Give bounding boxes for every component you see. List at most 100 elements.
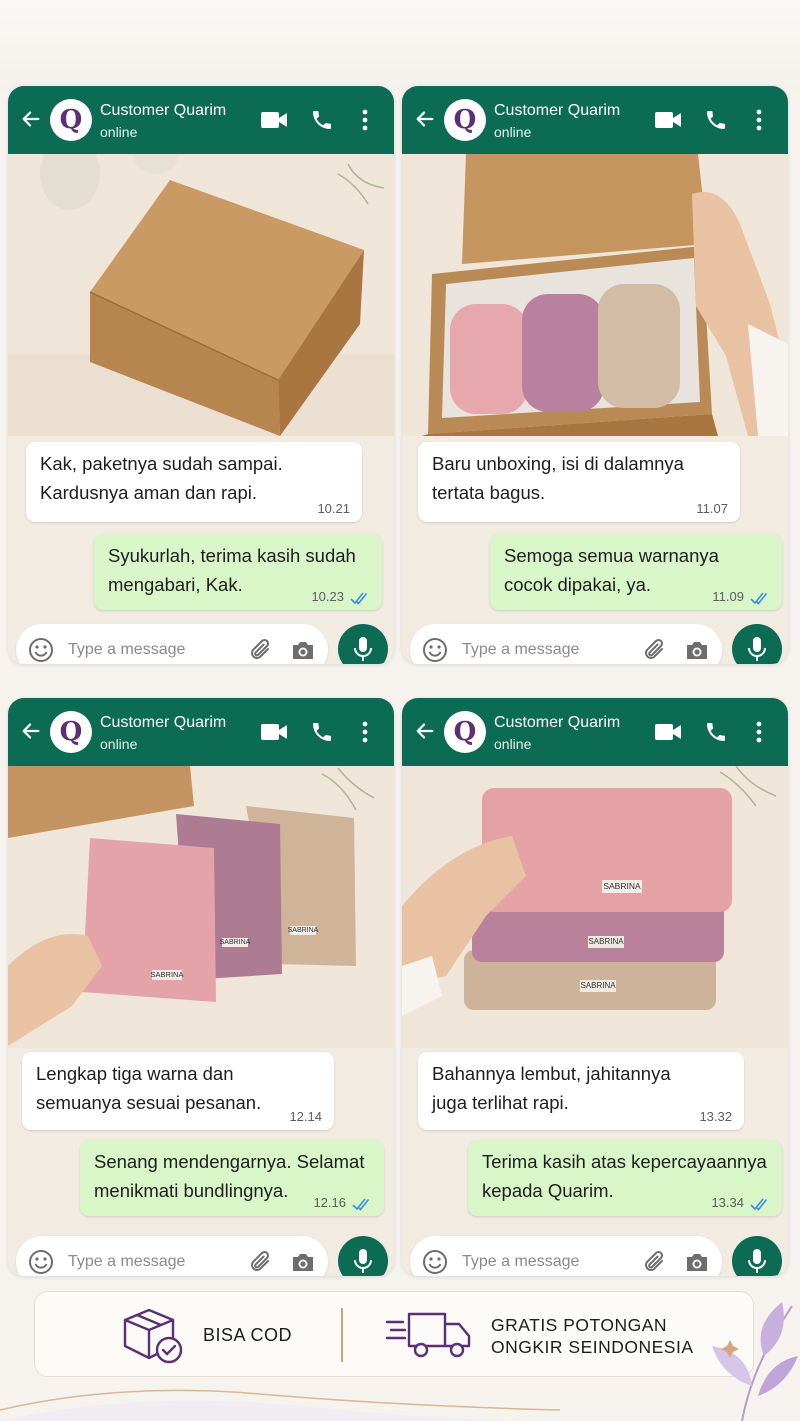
message-time: 10.23 <box>311 589 344 604</box>
photo-fabrics-fanned[interactable]: SABRINA SABRINA SABRINA <box>8 766 394 1048</box>
attach-icon[interactable] <box>249 1249 273 1275</box>
more-vert-icon[interactable] <box>360 720 370 744</box>
product-label: SABRINA <box>220 939 251 946</box>
photo-fabric-stack[interactable]: SABRINA SABRINA SABRINA <box>402 766 788 1048</box>
emoji-icon[interactable] <box>422 637 448 663</box>
contact-status: online <box>494 736 532 752</box>
mic-icon <box>354 1249 372 1273</box>
message-time: 11.07 <box>696 501 728 516</box>
chat-header: Q Customer Quarim online <box>8 86 394 154</box>
chat-panel-4: Q Customer Quarim online SABRINA SABRINA S… <box>402 698 788 1276</box>
message-time: 10.21 <box>317 501 350 516</box>
message-line: Syukurlah, terima kasih sudah <box>108 545 356 566</box>
chat-header: Q Customer Quarim online <box>402 86 788 154</box>
decorative-curve <box>0 1389 560 1421</box>
mic-icon <box>748 637 766 661</box>
attach-icon[interactable] <box>643 1249 667 1275</box>
emoji-icon[interactable] <box>28 1249 54 1275</box>
decorative-leaves <box>712 1302 798 1421</box>
message-placeholder[interactable]: Type a message <box>462 1253 579 1271</box>
more-vert-icon[interactable] <box>754 720 764 744</box>
message-line: Bahannya lembut, jahitannya <box>432 1063 671 1084</box>
contact-name[interactable]: Customer Quarim <box>494 102 620 120</box>
message-input[interactable]: Type a message <box>410 624 722 664</box>
incoming-message[interactable]: Kak, paketnya sudah sampai. Kardusnya am… <box>26 442 362 522</box>
incoming-message[interactable]: Baru unboxing, isi di dalamnya tertata b… <box>418 442 740 522</box>
message-line: semuanya sesuai pesanan. <box>36 1092 262 1113</box>
phone-icon[interactable] <box>704 108 728 132</box>
message-placeholder[interactable]: Type a message <box>462 641 579 659</box>
camera-icon[interactable] <box>290 1250 316 1274</box>
message-line: Semoga semua warnanya <box>504 545 719 566</box>
avatar[interactable]: Q <box>50 99 92 141</box>
incoming-message[interactable]: Lengkap tiga warna dan semuanya sesuai p… <box>22 1052 334 1130</box>
message-input[interactable]: Type a message <box>16 1236 328 1276</box>
chat-header: Q Customer Quarim online <box>402 698 788 766</box>
incoming-message[interactable]: Bahannya lembut, jahitannya juga terliha… <box>418 1052 744 1130</box>
video-call-icon[interactable] <box>260 722 288 742</box>
contact-status: online <box>494 124 532 140</box>
message-input[interactable]: Type a message <box>410 1236 722 1276</box>
outgoing-message[interactable]: Syukurlah, terima kasih sudah mengabari,… <box>94 534 382 610</box>
message-placeholder[interactable]: Type a message <box>68 641 185 659</box>
video-call-icon[interactable] <box>654 722 682 742</box>
contact-status: online <box>100 124 138 140</box>
message-input[interactable]: Type a message <box>16 624 328 664</box>
contact-status: online <box>100 736 138 752</box>
message-placeholder[interactable]: Type a message <box>68 1253 185 1271</box>
video-call-icon[interactable] <box>260 110 288 130</box>
emoji-icon[interactable] <box>28 637 54 663</box>
contact-name[interactable]: Customer Quarim <box>100 714 226 732</box>
camera-icon[interactable] <box>684 638 710 662</box>
back-arrow-icon[interactable] <box>20 720 42 742</box>
photo-opened-box[interactable] <box>402 154 788 436</box>
attach-icon[interactable] <box>249 637 273 663</box>
product-label: SABRINA <box>288 927 319 934</box>
phone-icon[interactable] <box>310 720 334 744</box>
back-arrow-icon[interactable] <box>414 720 436 742</box>
photo-closed-box[interactable] <box>8 154 394 436</box>
back-arrow-icon[interactable] <box>20 108 42 130</box>
message-time: 13.34 <box>711 1195 744 1210</box>
contact-name[interactable]: Customer Quarim <box>494 714 620 732</box>
chat-panel-1: Q Customer Quarim online Kak, paketnya s… <box>8 86 394 664</box>
message-line: Kak, paketnya sudah sampai. <box>40 453 283 474</box>
video-call-icon[interactable] <box>654 110 682 130</box>
outgoing-message[interactable]: Semoga semua warnanya cocok dipakai, ya.… <box>490 534 782 610</box>
mic-icon <box>354 637 372 661</box>
divider <box>341 1308 343 1362</box>
mic-icon <box>748 1249 766 1273</box>
read-ticks-icon <box>352 1198 370 1211</box>
product-label: SABRINA <box>580 981 616 990</box>
camera-icon[interactable] <box>290 638 316 662</box>
product-label: SABRINA <box>151 970 184 979</box>
phone-icon[interactable] <box>310 108 334 132</box>
message-line: juga terlihat rapi. <box>432 1092 569 1113</box>
message-line: Lengkap tiga warna dan <box>36 1063 234 1084</box>
product-label: SABRINA <box>588 937 624 946</box>
avatar[interactable]: Q <box>50 711 92 753</box>
back-arrow-icon[interactable] <box>414 108 436 130</box>
contact-name[interactable]: Customer Quarim <box>100 102 226 120</box>
message-line: Senang mendengarnya. Selamat <box>94 1151 365 1172</box>
outgoing-message[interactable]: Terima kasih atas kepercayaannya kepada … <box>468 1140 782 1216</box>
page-background <box>0 0 800 90</box>
more-vert-icon[interactable] <box>754 108 764 132</box>
cod-label: BISA COD <box>203 1325 293 1345</box>
attach-icon[interactable] <box>643 637 667 663</box>
message-time: 13.32 <box>699 1109 732 1124</box>
message-line: tertata bagus. <box>432 482 546 503</box>
message-time: 12.14 <box>289 1109 322 1124</box>
outgoing-message[interactable]: Senang mendengarnya. Selamat menikmati b… <box>80 1140 384 1216</box>
delivery-truck-icon <box>385 1312 471 1358</box>
avatar[interactable]: Q <box>444 99 486 141</box>
box-check-icon <box>123 1308 183 1364</box>
more-vert-icon[interactable] <box>360 108 370 132</box>
camera-icon[interactable] <box>684 1250 710 1274</box>
phone-icon[interactable] <box>704 720 728 744</box>
read-ticks-icon <box>350 592 368 605</box>
message-time: 12.16 <box>313 1195 346 1210</box>
avatar[interactable]: Q <box>444 711 486 753</box>
message-line: Terima kasih atas kepercayaannya <box>482 1151 767 1172</box>
emoji-icon[interactable] <box>422 1249 448 1275</box>
